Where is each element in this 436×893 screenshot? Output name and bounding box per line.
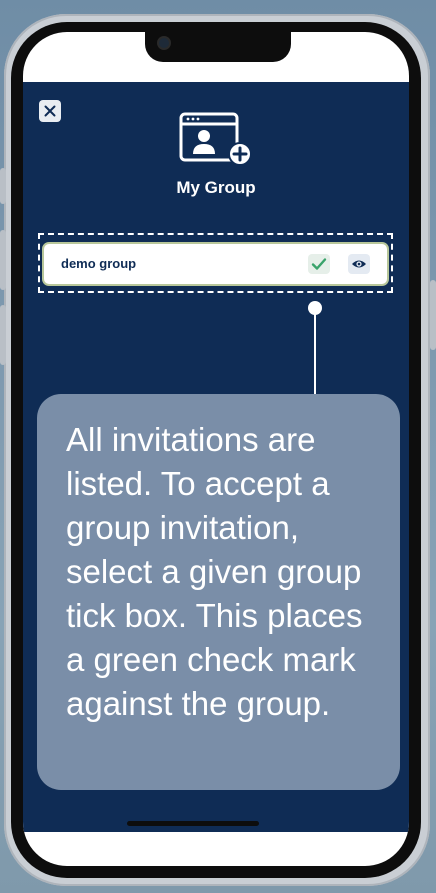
instruction-callout: All invitations are listed. To accept a …	[37, 394, 400, 790]
phone-power-button	[430, 280, 436, 350]
phone-side-button	[0, 230, 6, 290]
camera-icon	[159, 38, 169, 48]
check-icon	[311, 258, 327, 270]
eye-icon	[352, 260, 366, 268]
callout-pointer-line	[314, 310, 316, 400]
callout-text: All invitations are listed. To accept a …	[66, 421, 363, 722]
close-button[interactable]	[39, 100, 61, 122]
view-group-button[interactable]	[348, 254, 370, 274]
page-title: My Group	[176, 178, 256, 197]
group-name: demo group	[61, 256, 137, 271]
phone-side-button	[0, 305, 6, 365]
my-group-screen: My Group demo group All invitations are …	[23, 82, 409, 832]
add-user-window-icon	[179, 112, 252, 166]
callout-pointer-dot	[308, 301, 322, 315]
accept-checkbox[interactable]	[308, 254, 330, 274]
phone-side-button	[0, 168, 6, 204]
home-indicator[interactable]	[127, 821, 259, 826]
close-icon	[44, 105, 56, 117]
phone-screen: My Group demo group All invitations are …	[23, 32, 409, 866]
invitation-row[interactable]: demo group	[42, 242, 389, 286]
